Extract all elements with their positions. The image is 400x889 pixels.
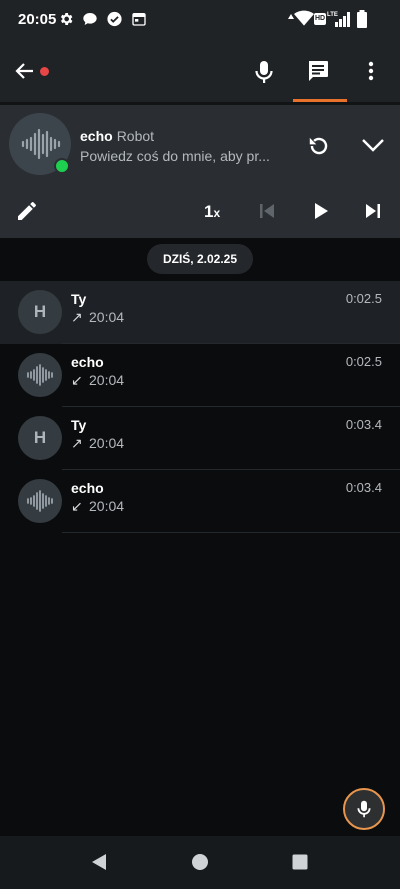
play-icon[interactable] <box>312 201 330 221</box>
message-icon[interactable] <box>306 59 330 83</box>
microphone-icon[interactable] <box>252 59 276 85</box>
message-time: 20:04 <box>89 498 125 514</box>
outgoing-arrow-icon: ↗ <box>71 309 83 325</box>
avatar <box>18 353 62 397</box>
chat-bubble-icon <box>83 13 97 25</box>
message-sender: Ty <box>71 417 87 433</box>
speed-suffix: x <box>213 206 221 220</box>
message-row[interactable]: H Ty ↗ 20:04 0:02.5 <box>0 281 400 344</box>
back-arrow-icon[interactable] <box>13 59 37 83</box>
outgoing-arrow-icon: ↗ <box>71 435 83 451</box>
edit-pencil-icon[interactable] <box>15 199 39 223</box>
avatar-initial: H <box>33 302 47 321</box>
waveform-icon <box>27 364 53 386</box>
waveform-icon <box>27 490 53 512</box>
message-duration: 0:02.5 <box>345 291 382 306</box>
status-time: 20:05 <box>18 11 57 28</box>
wifi-icon <box>294 10 314 26</box>
recents-square-icon[interactable] <box>291 853 309 871</box>
hd-badge: HD <box>314 13 326 25</box>
message-row[interactable]: H Ty ↗ 20:04 0:03.4 <box>0 407 400 470</box>
avatar-initial: H <box>33 428 47 447</box>
message-sender: Ty <box>71 291 87 307</box>
skip-previous-icon <box>260 204 274 218</box>
message-sender: echo <box>71 354 104 370</box>
conversation-list: DZIŚ, 2.02.25 H Ty ↗ 20:04 0:02.5 echo ↙ 2… <box>0 238 400 836</box>
message-meta: ↗ 20:04 <box>71 435 124 452</box>
skip-next-icon[interactable] <box>363 202 383 220</box>
microphone-icon <box>357 800 371 818</box>
avatar: H <box>18 416 62 460</box>
calendar-icon <box>132 13 146 26</box>
divider <box>62 532 400 533</box>
incoming-arrow-icon: ↙ <box>71 372 83 388</box>
check-badge-icon <box>107 11 122 27</box>
date-chip: DZIŚ, 2.02.25 <box>147 244 253 274</box>
recording-indicator <box>40 67 49 76</box>
message-duration: 0:03.4 <box>345 480 382 495</box>
battery-icon <box>357 10 367 28</box>
contact-name-text: echo <box>80 128 113 144</box>
record-fab-button[interactable] <box>343 788 385 830</box>
message-meta: ↙ 20:04 <box>71 372 124 389</box>
app-bar <box>0 40 400 102</box>
message-time: 20:04 <box>89 435 125 451</box>
message-row[interactable]: echo ↙ 20:04 0:03.4 <box>0 470 400 533</box>
cell-signal-icon <box>335 12 350 27</box>
message-time: 20:04 <box>89 309 125 325</box>
message-meta: ↙ 20:04 <box>71 498 124 515</box>
playback-speed-button[interactable]: 1x <box>204 202 220 222</box>
message-row[interactable]: echo ↙ 20:04 0:02.5 <box>0 344 400 407</box>
contact-status: Powiedz coś do mnie, aby pr... <box>80 148 270 164</box>
incoming-arrow-icon: ↙ <box>71 498 83 514</box>
message-time: 20:04 <box>89 372 125 388</box>
home-circle-icon[interactable] <box>191 853 209 871</box>
chevron-down-icon[interactable] <box>361 135 385 155</box>
message-duration: 0:02.5 <box>345 354 382 369</box>
status-bar: 20:05 HD LTE <box>0 0 400 40</box>
contact-role: Robot <box>116 128 155 144</box>
contact-panel: echo Robot Powiedz coś do mnie, aby pr...… <box>0 105 400 238</box>
online-status-dot <box>54 158 70 174</box>
back-triangle-icon[interactable] <box>90 853 108 871</box>
replay-icon[interactable] <box>306 133 332 159</box>
message-meta: ↗ 20:04 <box>71 309 124 326</box>
message-sender: echo <box>71 480 104 496</box>
message-duration: 0:03.4 <box>345 417 382 432</box>
more-vert-icon[interactable] <box>359 59 383 83</box>
gear-icon <box>60 13 73 25</box>
avatar: H <box>18 290 62 334</box>
system-nav-bar <box>0 836 400 889</box>
contact-name: echo Robot <box>80 128 154 144</box>
avatar <box>18 479 62 523</box>
